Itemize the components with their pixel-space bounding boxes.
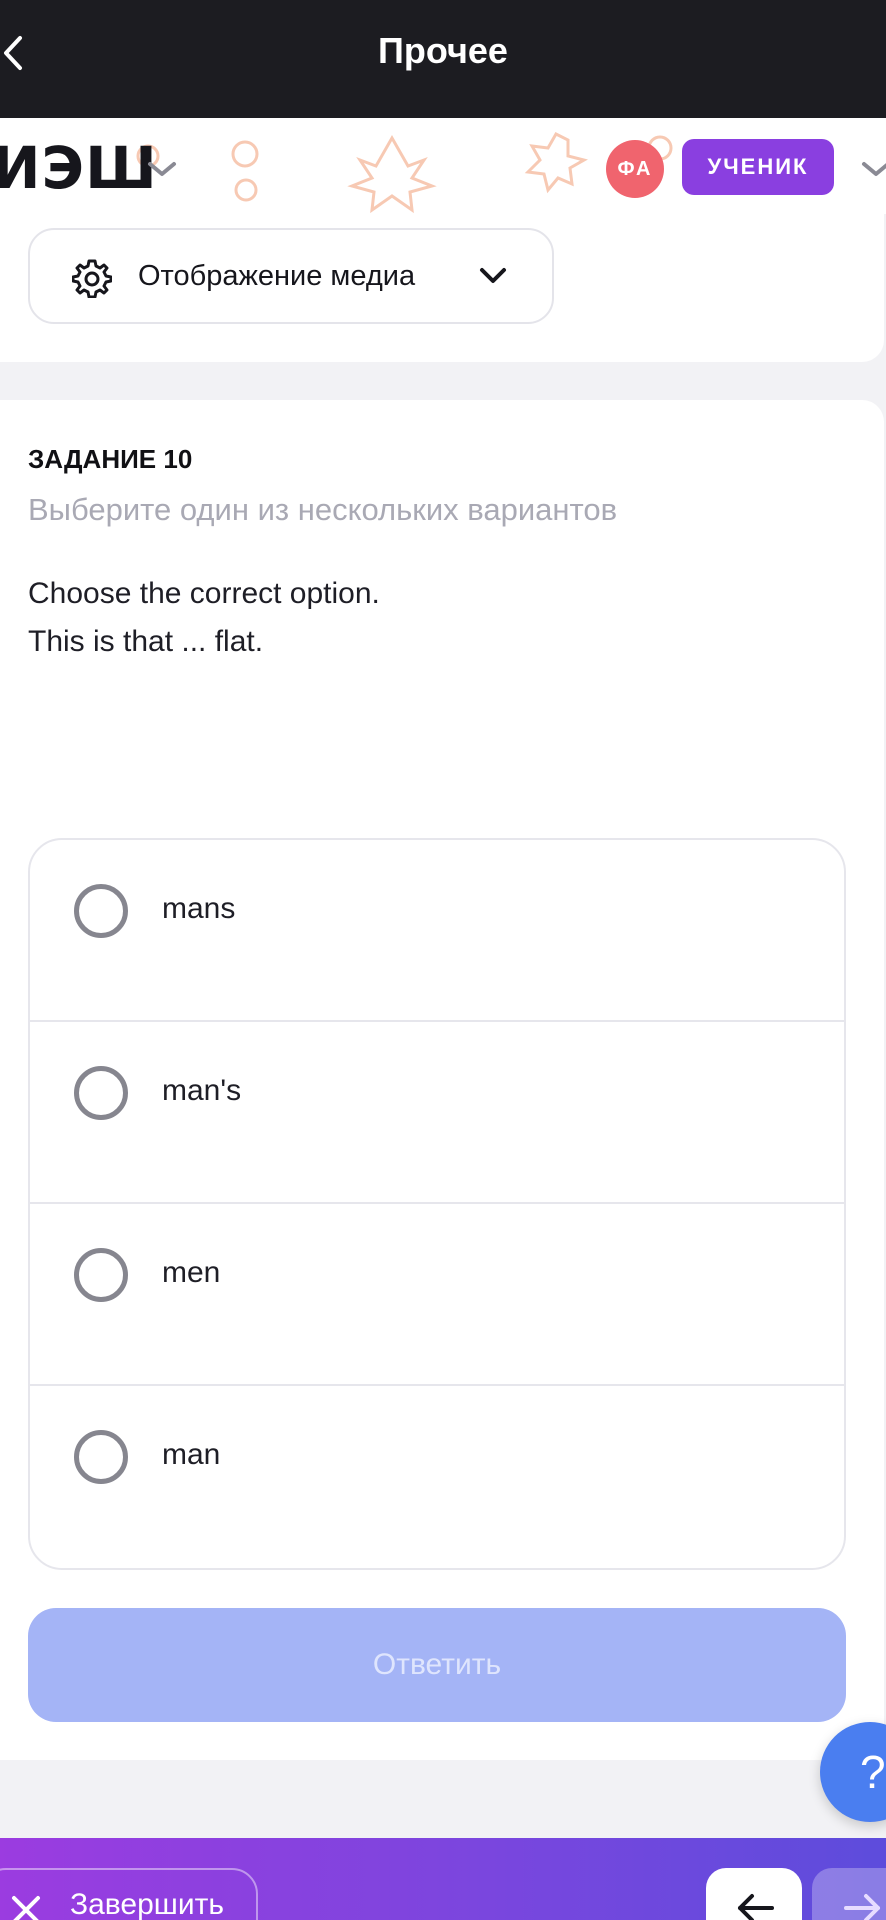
task-title: ЗАДАНИЕ 10 bbox=[28, 444, 193, 474]
top-app-bar: Прочее bbox=[0, 0, 886, 118]
next-task-button[interactable] bbox=[812, 1868, 886, 1920]
bottom-navigation-bar: Завершить bbox=[0, 1838, 886, 1920]
media-display-label: Отображение медиа bbox=[138, 260, 416, 292]
finish-button[interactable]: Завершить bbox=[0, 1868, 258, 1920]
option-mans[interactable]: mans bbox=[30, 840, 844, 1022]
question-line: Choose the correct option. bbox=[28, 577, 380, 610]
close-icon bbox=[12, 1896, 40, 1920]
media-settings-card: Отображение медиа bbox=[0, 214, 884, 362]
option-label: men bbox=[162, 1256, 221, 1289]
option-mans-possessive[interactable]: man's bbox=[30, 1022, 844, 1204]
question-text: Choose the correct option. This is that … bbox=[28, 570, 380, 666]
mesh-logo[interactable]: ИЭШ bbox=[0, 134, 158, 202]
task-instruction: Выберите один из нескольких вариантов bbox=[28, 492, 618, 527]
media-display-dropdown[interactable]: Отображение медиа bbox=[28, 228, 554, 324]
radio-button[interactable] bbox=[74, 1248, 128, 1302]
page-title: Прочее bbox=[378, 30, 508, 71]
option-man[interactable]: man bbox=[30, 1386, 844, 1568]
chevron-down-icon[interactable] bbox=[146, 160, 178, 180]
previous-task-button[interactable] bbox=[706, 1868, 802, 1920]
role-badge[interactable]: УЧЕНИК bbox=[682, 139, 834, 195]
chevron-down-icon bbox=[480, 268, 506, 283]
radio-button[interactable] bbox=[74, 1430, 128, 1484]
gear-icon bbox=[72, 259, 112, 298]
user-avatar[interactable]: ФА bbox=[606, 140, 664, 198]
radio-button[interactable] bbox=[74, 884, 128, 938]
option-label: man's bbox=[162, 1074, 242, 1107]
option-label: man bbox=[162, 1438, 221, 1471]
question-line: This is that ... flat. bbox=[28, 625, 264, 658]
arrow-right-icon bbox=[844, 1894, 880, 1920]
site-header: ИЭШ ФА УЧЕНИК bbox=[0, 118, 886, 214]
option-men[interactable]: men bbox=[30, 1204, 844, 1386]
answer-options: mans man's men man bbox=[28, 838, 846, 1570]
finish-label: Завершить bbox=[70, 1888, 224, 1920]
radio-button[interactable] bbox=[74, 1066, 128, 1120]
option-label: mans bbox=[162, 892, 236, 925]
answer-button[interactable]: Ответить bbox=[28, 1608, 846, 1722]
arrow-left-icon bbox=[738, 1894, 774, 1920]
chevron-down-icon[interactable] bbox=[860, 160, 886, 180]
task-card: ЗАДАНИЕ 10 Выберите один из нескольких в… bbox=[0, 400, 884, 1760]
